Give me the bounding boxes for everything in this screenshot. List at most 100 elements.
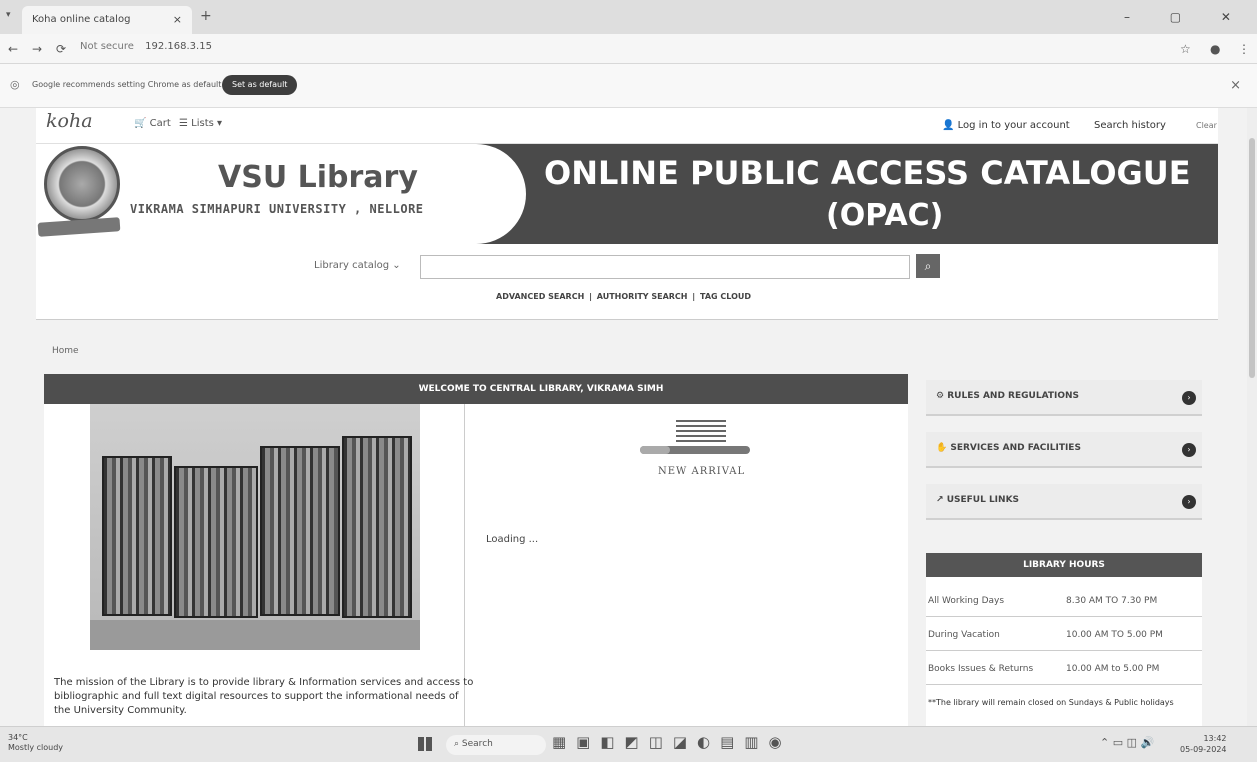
weather-widget[interactable]: 34°C Mostly cloudy [8, 733, 63, 753]
hours-row: During Vacation 10.00 AM TO 5.00 PM [926, 619, 1202, 651]
windows-taskbar: 34°C Mostly cloudy ⌕ Search ▦▣◧◩◫◪◐▤▥◉ ⌃… [0, 726, 1257, 762]
opac-title-line2: (OPAC) [826, 198, 944, 233]
main-content: WELCOME TO CENTRAL LIBRARY, VIKRAMA SIMH… [44, 374, 908, 726]
tab-close-icon[interactable]: × [173, 13, 182, 26]
url-text: 192.168.3.15 [145, 41, 212, 52]
hours-time: 8.30 AM TO 7.30 PM [1066, 596, 1158, 606]
tag-cloud-link[interactable]: TAG CLOUD [700, 292, 751, 301]
bookshelf [174, 466, 258, 618]
banner-left-panel: VSU Library VIKRAMA SIMHAPURI UNIVERSITY… [36, 144, 526, 244]
new-arrival-label[interactable]: NEW ARRIVAL [658, 466, 745, 477]
search-history-link[interactable]: Search history [1094, 120, 1166, 131]
system-tray-icons[interactable]: ⌃ ▭ ◫ 🔊 [1100, 736, 1154, 749]
weather-desc: Mostly cloudy [8, 743, 63, 752]
search-scope-select[interactable]: Library catalog ⌄ [306, 255, 416, 277]
hours-row: All Working Days 8.30 AM TO 7.30 PM [926, 585, 1202, 617]
search-panel: Library catalog ⌄ ⌕ ADVANCED SEARCH | AU… [36, 244, 1218, 320]
cart-link[interactable]: 🛒 Cart [134, 118, 171, 129]
url-field[interactable]: Not secure 192.168.3.15 [80, 41, 212, 52]
not-secure-label[interactable]: Not secure [80, 41, 134, 52]
useful-links-label: USEFUL LINKS [946, 495, 1020, 505]
new-arrival-slider [640, 446, 750, 454]
sidebar-item-rules[interactable]: ⚙ RULES AND REGULATIONS › [926, 380, 1202, 416]
external-link-icon: ↗ [936, 495, 944, 505]
forward-icon[interactable]: → [32, 42, 42, 56]
services-label: SERVICES AND FACILITIES [950, 443, 1081, 453]
hours-time: 10.00 AM to 5.00 PM [1066, 664, 1160, 674]
menu-dots-icon[interactable]: ⋮ [1238, 42, 1250, 56]
library-hours-title: LIBRARY HOURS [926, 553, 1202, 577]
library-banner: VSU Library VIKRAMA SIMHAPURI UNIVERSITY… [36, 144, 1218, 244]
user-icon: 👤 [942, 120, 955, 131]
windows-start-icon[interactable] [418, 737, 432, 751]
lists-menu[interactable]: ☰ Lists ▾ [179, 118, 222, 129]
new-tab-button[interactable]: + [200, 8, 212, 24]
infobar-close-icon[interactable]: × [1230, 78, 1241, 93]
clock[interactable]: 13:42 05-09-2024 [1180, 733, 1227, 755]
clock-time: 13:42 [1203, 734, 1227, 743]
back-icon[interactable]: ← [8, 42, 18, 56]
lists-label: Lists ▾ [191, 118, 223, 129]
bookshelf [102, 456, 172, 616]
clear-history-link[interactable]: Clear [1196, 121, 1217, 130]
browser-tab-bar: ▾ Koha online catalog × + – ▢ ✕ [0, 0, 1257, 34]
sidebar-item-label: ⚙ RULES AND REGULATIONS [936, 391, 1079, 401]
default-browser-infobar: ◎ Google recommends setting Chrome as de… [0, 64, 1257, 108]
hours-period: Books Issues & Returns [928, 664, 1034, 674]
floor [90, 620, 420, 650]
lists-icon: ☰ [179, 118, 188, 129]
hours-row: Books Issues & Returns 10.00 AM to 5.00 … [926, 653, 1202, 685]
welcome-banner: WELCOME TO CENTRAL LIBRARY, VIKRAMA SIMH [44, 374, 908, 404]
sidebar-item-services[interactable]: ✋ SERVICES AND FACILITIES › [926, 432, 1202, 468]
tab-search-icon[interactable]: ▾ [6, 10, 11, 20]
hours-period: During Vacation [928, 630, 1000, 640]
sidebar-item-label: ✋ SERVICES AND FACILITIES [936, 443, 1081, 453]
set-default-button[interactable]: Set as default [222, 75, 298, 95]
koha-logo[interactable]: koha [46, 110, 93, 132]
library-name: VSU Library [218, 160, 418, 195]
breadcrumb[interactable]: Home [52, 346, 79, 356]
authority-search-link[interactable]: AUTHORITY SEARCH [597, 292, 688, 301]
university-emblem-logo [44, 146, 120, 222]
books-stack-icon [676, 420, 726, 442]
login-link[interactable]: 👤 Log in to your account [942, 120, 1070, 131]
opac-title-line1: ONLINE PUBLIC ACCESS CATALOGUE [544, 154, 1191, 192]
chevron-right-icon[interactable]: › [1182, 391, 1196, 405]
hours-time: 10.00 AM TO 5.00 PM [1066, 630, 1163, 640]
window-controls[interactable]: – ▢ ✕ [1124, 10, 1249, 24]
chevron-right-icon[interactable]: › [1182, 495, 1196, 509]
hours-period: All Working Days [928, 596, 1005, 606]
bookshelf [342, 436, 412, 618]
rules-label: RULES AND REGULATIONS [947, 391, 1079, 401]
cart-icon: 🛒 [134, 118, 147, 129]
sidebar-item-label: ↗ USEFUL LINKS [936, 495, 1019, 505]
search-input[interactable] [420, 255, 910, 279]
profile-icon[interactable]: ● [1210, 42, 1220, 56]
search-icon: ⌕ [924, 259, 932, 273]
clock-date: 05-09-2024 [1180, 745, 1227, 754]
weather-temp: 34°C [8, 733, 28, 742]
advanced-search-link[interactable]: ADVANCED SEARCH [496, 292, 584, 301]
taskbar-app-icons[interactable]: ▦▣◧◩◫◪◐▤▥◉ [552, 733, 792, 751]
sidebar-item-useful-links[interactable]: ↗ USEFUL LINKS › [926, 484, 1202, 520]
koha-header: koha 🛒 Cart ☰ Lists ▾ 👤 Log in to your a… [36, 108, 1218, 144]
reload-icon[interactable]: ⟳ [56, 42, 66, 56]
cart-label: Cart [149, 118, 171, 129]
search-scope-value: Library catalog [314, 260, 390, 271]
tab-title: Koha online catalog [32, 14, 131, 25]
browser-tab[interactable]: Koha online catalog × [22, 6, 192, 34]
taskbar-search-label: Search [461, 739, 493, 749]
mission-statement: The mission of the Library is to provide… [54, 677, 474, 716]
handshake-icon: ✋ [936, 443, 948, 453]
library-hours-panel: LIBRARY HOURS All Working Days 8.30 AM T… [926, 553, 1202, 728]
search-links: ADVANCED SEARCH | AUTHORITY SEARCH | TAG… [496, 292, 751, 301]
taskbar-search[interactable]: ⌕ Search [446, 735, 546, 755]
gears-icon: ⚙ [936, 391, 945, 401]
infobar-message: Google recommends setting Chrome as defa… [32, 80, 222, 89]
page-scrollbar[interactable] [1247, 108, 1257, 726]
search-button[interactable]: ⌕ [916, 254, 940, 278]
chevron-right-icon[interactable]: › [1182, 443, 1196, 457]
bookmark-star-icon[interactable]: ☆ [1180, 42, 1191, 56]
emblem-ribbon [37, 217, 121, 237]
university-name: VIKRAMA SIMHAPURI UNIVERSITY , NELLORE [130, 202, 424, 216]
